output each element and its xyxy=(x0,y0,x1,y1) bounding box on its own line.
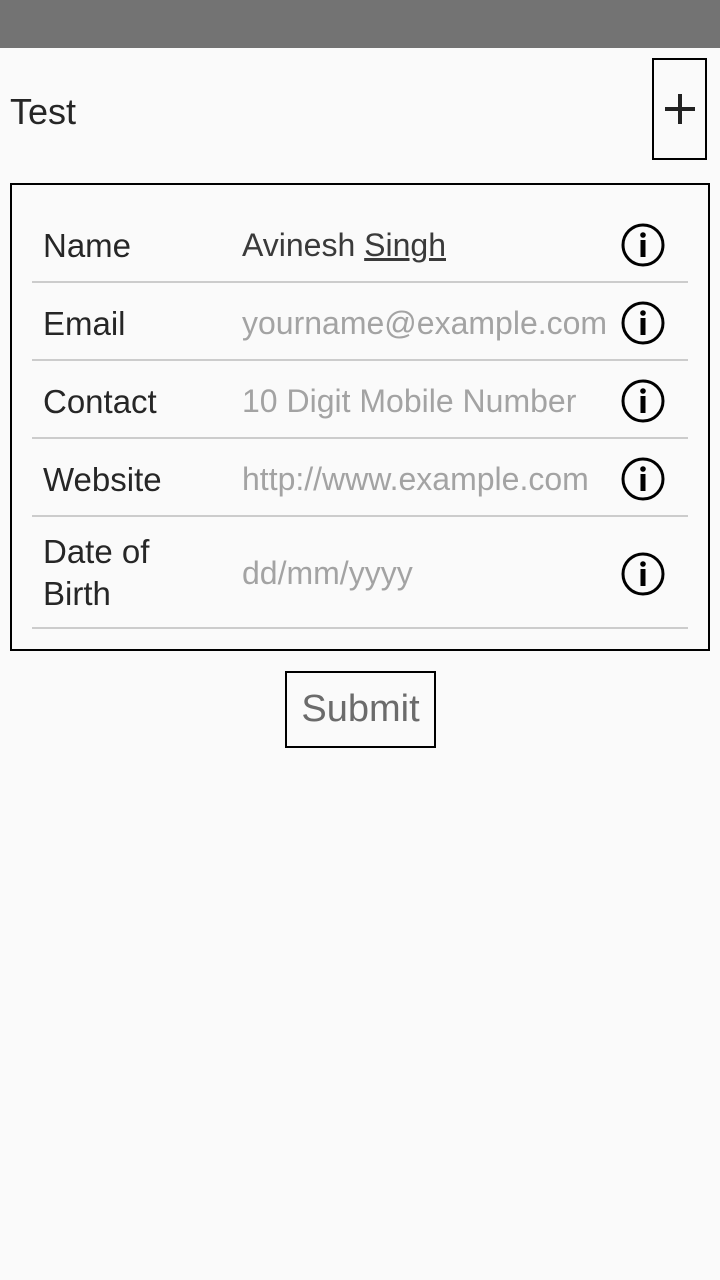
add-button[interactable] xyxy=(652,58,707,160)
plus-icon xyxy=(664,94,695,124)
dob-field[interactable] xyxy=(242,551,628,595)
form-row-email: Email xyxy=(32,283,688,361)
info-icon[interactable] xyxy=(620,222,666,268)
dob-label: Date of Birth xyxy=(43,531,149,615)
dob-label-line2: Birth xyxy=(43,575,111,612)
email-field[interactable] xyxy=(242,301,628,345)
status-bar xyxy=(0,0,720,48)
submit-button[interactable]: Submit xyxy=(285,671,436,748)
form-row-dob: Date of Birth xyxy=(32,517,688,629)
name-label: Name xyxy=(43,227,132,264)
form-row-name: Name Avinesh Singh xyxy=(32,205,688,283)
info-icon[interactable] xyxy=(620,300,666,346)
form-row-website: Website xyxy=(32,439,688,517)
form-card: Name Avinesh Singh Email Contact xyxy=(10,183,710,651)
info-icon[interactable] xyxy=(620,378,666,424)
name-field[interactable]: Avinesh Singh xyxy=(242,223,446,267)
website-label: Website xyxy=(43,461,162,498)
name-last: Singh xyxy=(364,227,446,263)
form-row-contact: Contact xyxy=(32,361,688,439)
email-label: Email xyxy=(43,305,126,342)
name-first: Avinesh xyxy=(242,227,356,263)
contact-field[interactable] xyxy=(242,379,628,423)
contact-label: Contact xyxy=(43,383,157,420)
info-icon[interactable] xyxy=(620,551,666,597)
website-field[interactable] xyxy=(242,457,628,501)
page-title: Test xyxy=(10,91,77,132)
info-icon[interactable] xyxy=(620,456,666,502)
dob-label-line1: Date of xyxy=(43,533,150,570)
